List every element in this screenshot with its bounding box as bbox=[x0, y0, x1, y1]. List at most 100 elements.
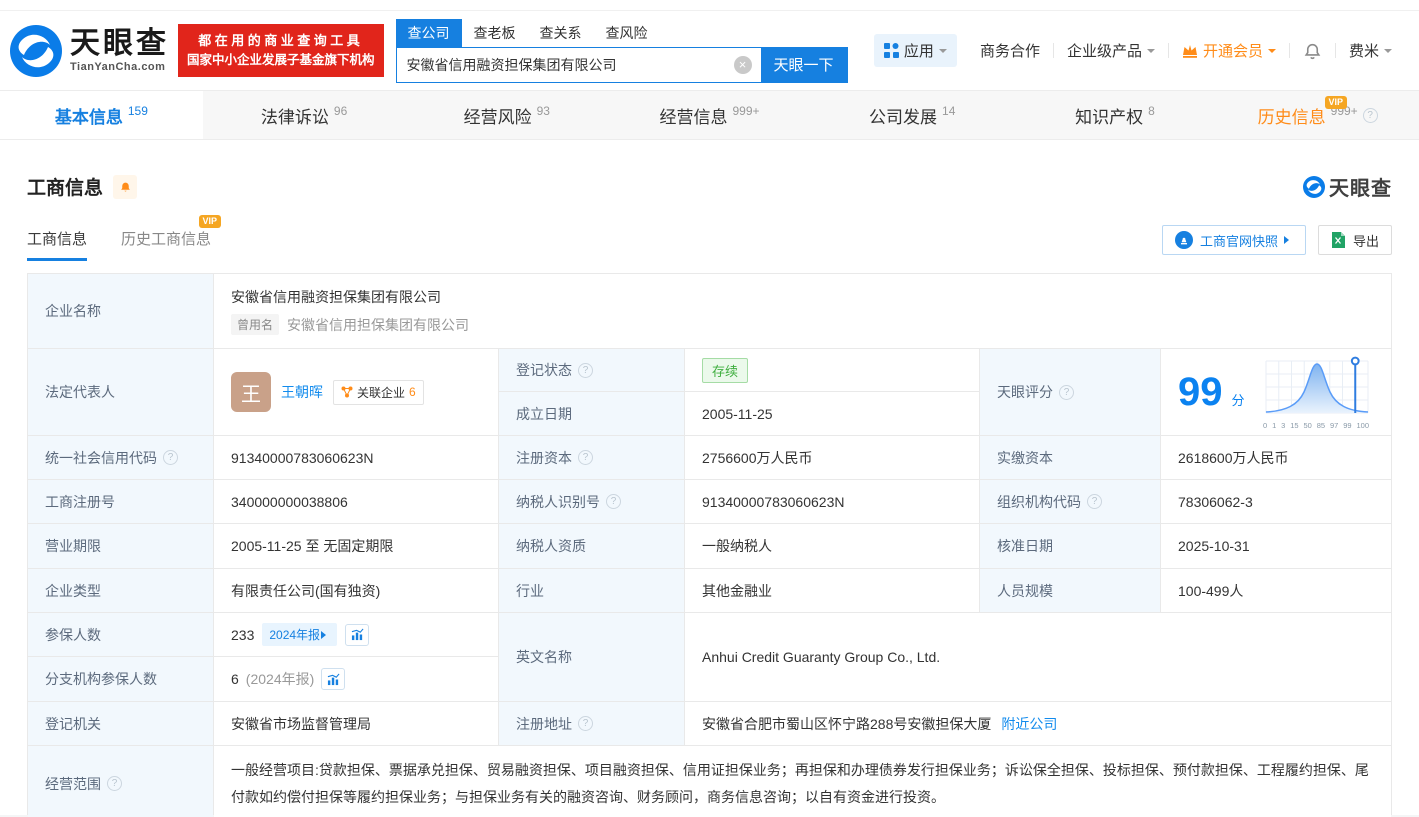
nav-apps-label: 应用 bbox=[903, 43, 934, 60]
help-icon[interactable]: ? bbox=[606, 494, 621, 509]
status-badge: 存续 bbox=[702, 357, 749, 383]
tab-count: 96 bbox=[333, 104, 348, 118]
notification-bell[interactable] bbox=[1290, 41, 1335, 61]
search-tab-relation[interactable]: 查关系 bbox=[528, 19, 594, 47]
taxpayer-id-value: 91340000783060623N bbox=[685, 480, 979, 523]
search-button[interactable]: 天眼一下 bbox=[760, 47, 847, 82]
approve-date-value: 2025-10-31 bbox=[1161, 524, 1391, 568]
field-label: 成立日期 bbox=[499, 392, 684, 435]
business-term-value: 2005-11-25 至 无固定期限 bbox=[214, 524, 498, 568]
related-count: 6 bbox=[409, 385, 416, 399]
field-label: 核准日期 bbox=[980, 524, 1160, 568]
nav-cooperation[interactable]: 商务合作 bbox=[967, 40, 1053, 61]
nearby-companies-link[interactable]: 附近公司 bbox=[1001, 714, 1057, 734]
field-label: 法定代表人 bbox=[28, 349, 213, 435]
tianyancha-logo-icon bbox=[10, 24, 62, 77]
score-distribution-chart: 0 1 3 15 50 85 97 99 100 bbox=[1258, 355, 1374, 430]
search-box: × 天眼一下 bbox=[395, 46, 848, 83]
tab-count: 999+ bbox=[732, 104, 760, 118]
nav-enterprise-label: 企业级产品 bbox=[1066, 43, 1142, 60]
field-label: 纳税人资质 bbox=[499, 524, 684, 568]
subscribe-bell-button[interactable] bbox=[113, 174, 138, 199]
search-tab-company[interactable]: 查公司 bbox=[395, 18, 462, 47]
clear-icon[interactable]: × bbox=[733, 55, 752, 74]
help-icon[interactable]: ? bbox=[1087, 494, 1102, 509]
official-snapshot-button[interactable]: 工商官网快照 bbox=[1161, 225, 1306, 255]
brand-domain: TianYanCha.com bbox=[70, 60, 166, 73]
tianyancha-logo[interactable]: 天眼查 TianYanCha.com bbox=[10, 24, 169, 77]
score-marker-dot bbox=[1350, 356, 1360, 365]
tab-basic-info[interactable]: 基本信息 159 bbox=[0, 91, 203, 139]
tab-label: 经营信息 bbox=[659, 107, 728, 127]
search-block: 查公司 查老板 查关系 查风险 × 天眼一下 bbox=[395, 18, 848, 83]
field-label: 纳税人识别号 ? bbox=[499, 480, 684, 523]
network-icon bbox=[341, 386, 353, 398]
annual-report-label: 2024年报 bbox=[269, 628, 321, 642]
subtab-business-info[interactable]: 工商信息 bbox=[27, 228, 88, 261]
avatar[interactable]: 王 bbox=[231, 372, 271, 412]
tab-legal-proceedings[interactable]: 法律诉讼 96 bbox=[203, 91, 406, 139]
annual-report-link[interactable]: 2024年报 bbox=[262, 623, 338, 646]
subtab-history-business-info[interactable]: 历史工商信息 VIP bbox=[121, 215, 222, 261]
help-icon[interactable]: ? bbox=[163, 450, 178, 465]
score-value: 99 分 0 1 3 15 50 85 97 99 100 bbox=[1161, 349, 1391, 435]
nav-user[interactable]: 费米 bbox=[1336, 40, 1405, 61]
tab-operation-risk[interactable]: 经营风险 93 bbox=[405, 91, 608, 139]
export-button[interactable]: 导出 bbox=[1317, 225, 1392, 255]
help-icon[interactable]: ? bbox=[578, 450, 593, 465]
company-type-value: 有限责任公司(国有独资) bbox=[214, 569, 498, 612]
taxpayer-type-value: 一般纳税人 bbox=[685, 524, 979, 568]
help-icon[interactable]: ? bbox=[1362, 107, 1378, 123]
nav-cooperation-label: 商务合作 bbox=[979, 43, 1040, 60]
field-label: 注册资本 ? bbox=[499, 436, 684, 479]
search-tabs: 查公司 查老板 查关系 查风险 bbox=[395, 18, 848, 47]
tab-label: 知识产权 bbox=[1075, 107, 1144, 127]
search-tab-risk[interactable]: 查风险 bbox=[594, 19, 660, 47]
tab-intellectual-property[interactable]: 知识产权 8 bbox=[1014, 91, 1217, 139]
watermark-logo: 天眼查 bbox=[1303, 172, 1392, 201]
help-icon[interactable]: ? bbox=[1059, 384, 1074, 400]
help-icon[interactable]: ? bbox=[578, 362, 593, 378]
slogan-banner: 都在用的商业查询工具 国家中小企业发展子基金旗下机构 bbox=[178, 24, 384, 77]
tab-label: 法律诉讼 bbox=[260, 107, 329, 127]
field-label: 分支机构参保人数 bbox=[28, 657, 213, 701]
field-label: 组织机构代码 ? bbox=[980, 480, 1160, 523]
help-icon[interactable]: ? bbox=[107, 776, 122, 792]
nav-enterprise[interactable]: 企业级产品 bbox=[1054, 40, 1168, 61]
score-unit: 分 bbox=[1231, 392, 1245, 408]
tab-business-info[interactable]: 经营信息 999+ bbox=[608, 91, 811, 139]
chart-axis-labels: 0 1 3 15 50 85 97 99 100 bbox=[1263, 420, 1369, 430]
stamp-icon bbox=[1174, 231, 1193, 249]
search-tab-boss[interactable]: 查老板 bbox=[462, 19, 528, 47]
nav-apps[interactable]: 应用 bbox=[873, 34, 957, 67]
field-label: 工商注册号 bbox=[28, 480, 213, 523]
search-input[interactable] bbox=[396, 47, 734, 82]
company-name: 安徽省信用融资担保集团有限公司 bbox=[231, 289, 441, 305]
snapshot-label: 工商官网快照 bbox=[1199, 233, 1278, 249]
tab-company-development[interactable]: 公司发展 14 bbox=[811, 91, 1014, 139]
field-label: 统一社会信用代码 ? bbox=[28, 436, 213, 479]
section-title: 工商信息 bbox=[27, 178, 104, 199]
annual-report-note: (2024年报) bbox=[245, 671, 315, 687]
vip-badge: VIP bbox=[1324, 96, 1348, 109]
address-text: 安徽省合肥市蜀山区怀宁路288号安徽担保大厦 bbox=[702, 715, 992, 732]
trend-chart-button[interactable] bbox=[321, 668, 346, 690]
chevron-down-icon bbox=[938, 48, 947, 57]
tab-label: 公司发展 bbox=[869, 107, 938, 127]
apps-grid-icon bbox=[883, 43, 899, 58]
tab-label: 经营风险 bbox=[463, 107, 532, 127]
main-content: 工商信息 天眼查 工商信息 历史工商信息 VIP 工商官网快照 导出 企业名称 … bbox=[0, 172, 1419, 817]
reg-no-value: 340000000038806 bbox=[214, 480, 498, 523]
related-companies-tag[interactable]: 关联企业 6 bbox=[333, 379, 424, 405]
field-label: 经营范围 ? bbox=[28, 746, 213, 817]
nav-open-vip[interactable]: 开通会员 bbox=[1169, 40, 1289, 61]
industry-value: 其他金融业 bbox=[685, 569, 979, 612]
former-name-tag: 曾用名 bbox=[231, 314, 280, 335]
legal-rep-link[interactable]: 王朝晖 bbox=[281, 382, 323, 402]
field-label: 实缴资本 bbox=[980, 436, 1160, 479]
histogram-icon bbox=[351, 628, 364, 641]
help-icon[interactable]: ? bbox=[578, 716, 593, 731]
tab-history-info[interactable]: VIP 历史信息 999+ ? bbox=[1216, 91, 1419, 139]
trend-chart-button[interactable] bbox=[345, 623, 370, 646]
field-label: 人员规模 bbox=[980, 569, 1160, 612]
